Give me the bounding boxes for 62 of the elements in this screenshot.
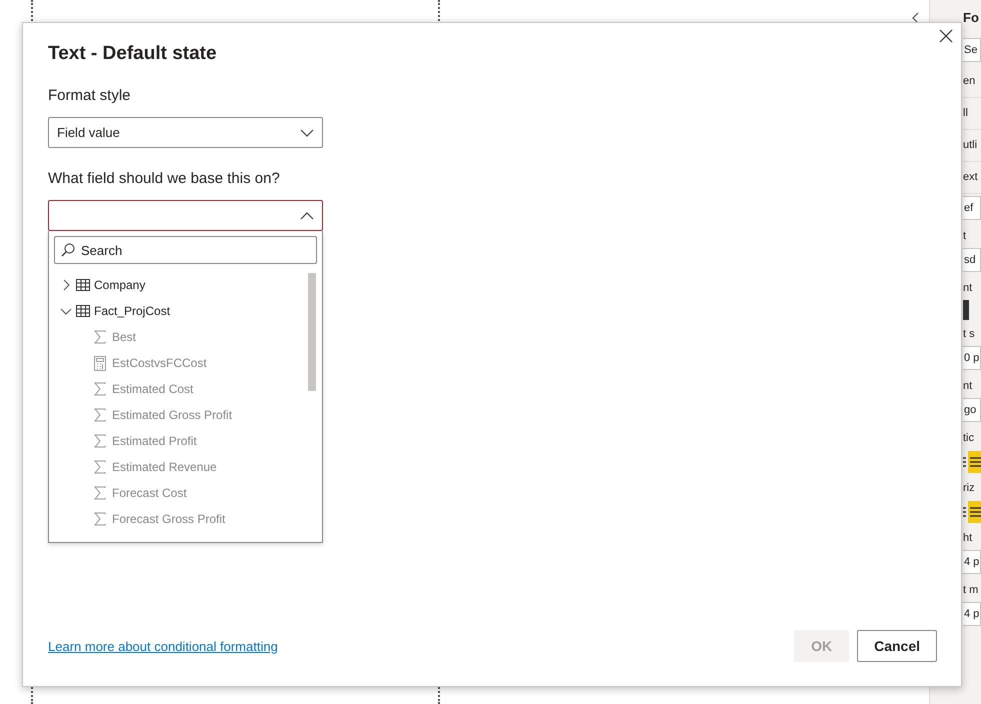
- setting-label: t: [963, 229, 968, 244]
- sigma-icon: [94, 486, 106, 500]
- input-field[interactable]: Se: [963, 38, 981, 62]
- align-icon[interactable]: [963, 501, 981, 523]
- field-item[interactable]: Forecast Gross Profit: [112, 512, 226, 526]
- section-header[interactable]: ext: [963, 162, 981, 194]
- setting-label: tic: [963, 431, 975, 446]
- search-icon: [61, 243, 75, 257]
- field-value: 4: [964, 607, 970, 622]
- setting-label: nt: [963, 379, 974, 394]
- input-field[interactable]: 0 p: [963, 346, 981, 370]
- scrollbar-thumb[interactable]: [308, 273, 316, 391]
- chevron-up-icon: [300, 212, 314, 220]
- sigma-icon: [94, 434, 106, 448]
- setting-label: riz: [963, 481, 976, 496]
- search-field[interactable]: Search: [54, 236, 317, 264]
- table-icon: [76, 279, 90, 291]
- input-field[interactable]: 4 p: [963, 602, 981, 626]
- chevron-down-icon: [300, 128, 314, 136]
- close-button[interactable]: [939, 29, 953, 43]
- field-item[interactable]: Estimated Profit: [112, 434, 197, 448]
- unit-label: p: [973, 555, 980, 570]
- format-style-dropdown[interactable]: Field value: [48, 117, 323, 148]
- field-item[interactable]: Forecast Cost: [112, 486, 187, 500]
- field-value: 4: [964, 555, 970, 570]
- sigma-icon: [94, 408, 106, 422]
- section-header[interactable]: utli: [963, 130, 981, 162]
- sigma-icon: [94, 512, 106, 526]
- sigma-icon: [94, 330, 106, 344]
- input-field[interactable]: 4 p: [963, 550, 981, 574]
- setting-label: t m: [963, 583, 980, 598]
- tree-item[interactable]: Fact_ProjCost: [94, 304, 170, 318]
- base-field-label: What field should we base this on?: [48, 170, 281, 187]
- section-header[interactable]: ll: [963, 98, 981, 130]
- base-field-dropdown[interactable]: [48, 200, 323, 231]
- field-item[interactable]: EstCostvsFCCost: [112, 356, 207, 370]
- sigma-icon: [94, 460, 106, 474]
- table-icon: [76, 305, 90, 317]
- field-item[interactable]: Estimated Cost: [112, 382, 194, 396]
- align-icon[interactable]: [963, 451, 981, 473]
- unit-label: p: [973, 351, 980, 366]
- format-style-label: Format style: [48, 87, 132, 104]
- section-header[interactable]: en: [963, 66, 981, 98]
- calculator-icon: [94, 356, 106, 370]
- field-item[interactable]: Best: [112, 330, 136, 344]
- input-field[interactable]: ef: [963, 196, 981, 220]
- input-field[interactable]: sd: [963, 248, 981, 272]
- unit-label: p: [973, 607, 980, 622]
- input-field[interactable]: go: [963, 398, 981, 422]
- field-item[interactable]: Estimated Revenue: [112, 460, 217, 474]
- color-swatch-icon[interactable]: [963, 300, 969, 320]
- cancel-button[interactable]: Cancel: [857, 630, 937, 662]
- dialog-title: Text - Default state: [48, 43, 218, 65]
- setting-label: nt: [963, 281, 974, 296]
- field-item[interactable]: Estimated Gross Profit: [112, 408, 232, 422]
- setting-label: t s: [963, 327, 976, 342]
- sigma-icon: [94, 382, 106, 396]
- field-value: 0: [964, 351, 970, 366]
- setting-label: ht: [963, 531, 974, 546]
- help-link[interactable]: Learn more about conditional formatting: [48, 638, 278, 654]
- tree-item[interactable]: Company: [94, 278, 146, 292]
- pane-title: Fo: [963, 9, 979, 27]
